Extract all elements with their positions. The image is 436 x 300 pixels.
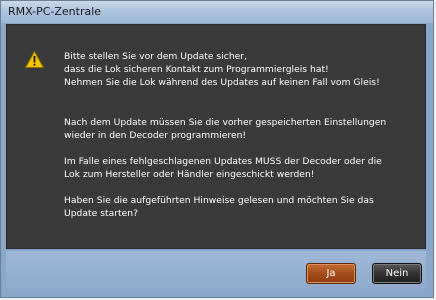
message-paragraph-2: Nach dem Update müssen Sie die vorher ge… (64, 117, 387, 141)
message-paragraph-3: Im Falle eines fehlgeschlagenen Updates … (64, 156, 382, 180)
window-title: RMX-PC-Zentrale (8, 5, 102, 18)
message-paragraph-4: Haben Sie die aufgeführten Hinweise gele… (64, 195, 374, 219)
yes-button[interactable]: Ja (306, 263, 356, 284)
title-bar[interactable]: RMX-PC-Zentrale (1, 1, 433, 24)
no-button[interactable]: Nein (372, 263, 422, 284)
message-paragraph-1: Bitte stellen Sie vor dem Update sicher,… (64, 51, 380, 88)
warning-icon (25, 51, 44, 68)
button-bar (6, 251, 426, 290)
